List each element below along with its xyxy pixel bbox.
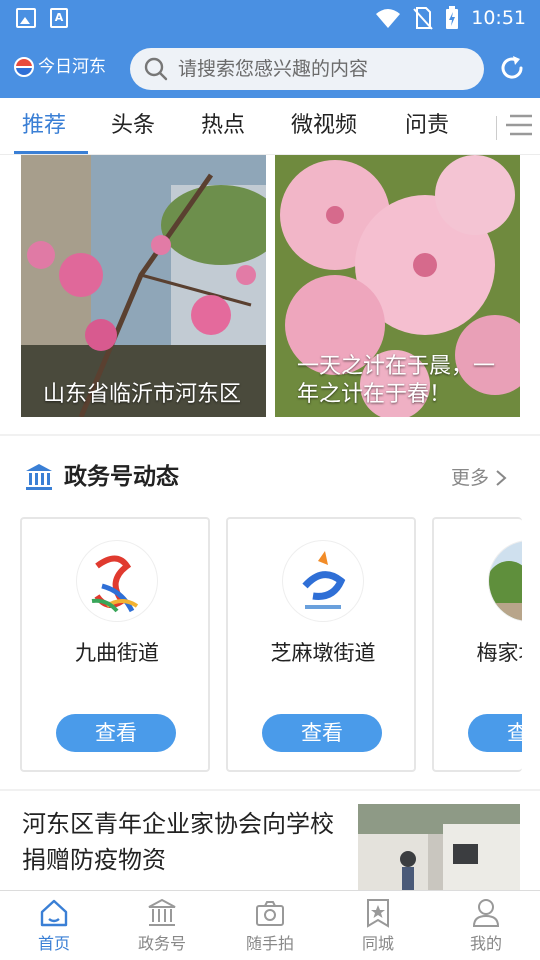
search-bar[interactable] (130, 48, 484, 90)
home-icon (40, 899, 68, 927)
nav-government[interactable]: 政务号 (108, 897, 216, 955)
status-bar: A 10:51 (0, 0, 540, 36)
tab-hot[interactable]: 热点 (201, 112, 245, 140)
zhimadun-logo (283, 541, 363, 621)
section-divider (0, 789, 540, 791)
section-title: 政务号动态 (64, 464, 179, 490)
more-label: 更多 (451, 467, 490, 489)
section-divider (0, 434, 540, 436)
blossom-photo-1 (21, 155, 266, 417)
more-link[interactable]: 更多 (451, 465, 507, 491)
gov-card-name: 九曲街道 (75, 641, 159, 665)
gov-card-zhimadun[interactable]: 芝麻墩街道 查看 (226, 517, 416, 772)
no-sim-icon (413, 7, 433, 30)
battery-charging-icon (446, 6, 459, 29)
gov-card-jiuqu[interactable]: 九曲街道 查看 (20, 517, 210, 772)
news-item-thumbnail[interactable] (358, 804, 520, 890)
tab-accountability[interactable]: 问责 (405, 112, 449, 140)
app-name: 今日河东 (38, 57, 106, 77)
view-button[interactable]: 查看 (56, 714, 176, 752)
nav-home[interactable]: 首页 (0, 897, 108, 955)
government-icon (148, 898, 176, 926)
a-notification-icon: A (50, 8, 68, 28)
gov-card-name: 芝麻墩街道 (270, 641, 376, 665)
nav-label: 政务号 (137, 934, 186, 953)
photo-caption-2: 一天之计在于晨，一年之计在于春！ (297, 354, 496, 407)
view-button[interactable]: 查看 (262, 714, 382, 752)
wifi-icon (376, 9, 401, 28)
nav-label: 随手拍 (245, 934, 294, 953)
nav-local[interactable]: 同城 (324, 897, 432, 955)
photo-card-2[interactable]: 一天之计在于晨，一年之计在于春！ (275, 155, 520, 417)
bottom-nav: 首页 政务号 随手拍 同城 我的 (0, 890, 540, 960)
search-icon (144, 57, 168, 81)
search-input[interactable] (178, 58, 468, 80)
app-logo[interactable]: 今日河东 (14, 56, 106, 78)
camera-icon (256, 901, 284, 926)
refresh-icon[interactable] (498, 54, 526, 82)
channel-menu-icon[interactable] (504, 112, 534, 138)
tab-headlines[interactable]: 头条 (111, 112, 155, 140)
news-item-title[interactable]: 河东区青年企业家协会向学校捐赠防疫物资 (22, 806, 342, 878)
logo-icon (14, 57, 34, 77)
nav-mine[interactable]: 我的 (432, 897, 540, 955)
photo-caption-1: 山东省临沂市河东区 (43, 382, 242, 407)
nav-label: 同城 (361, 934, 394, 953)
image-icon (16, 8, 36, 28)
tab-divider (496, 116, 497, 140)
meijiabu-photo (489, 541, 522, 621)
active-tab-indicator (14, 151, 88, 154)
view-button[interactable]: 查看 (468, 714, 522, 752)
nav-label: 我的 (469, 934, 502, 953)
nav-label: 首页 (37, 934, 70, 953)
nav-snapshot[interactable]: 随手拍 (216, 897, 324, 955)
government-building-icon (26, 464, 52, 490)
tab-micro-video[interactable]: 微视频 (291, 112, 357, 140)
gov-card-name: 梅家埠街道 (476, 641, 523, 665)
app-header: 今日河东 (0, 36, 540, 98)
tab-bar: 推荐 头条 热点 微视频 问责 (0, 98, 540, 155)
gov-card-meijiabu[interactable]: 梅家埠街道 查看 (432, 517, 522, 772)
jiuqu-logo (77, 541, 157, 621)
photo-card-1[interactable]: 山东省临沂市河东区 (21, 155, 266, 417)
tab-recommend[interactable]: 推荐 (22, 112, 66, 140)
user-icon (472, 899, 500, 927)
status-time: 10:51 (471, 7, 526, 29)
star-bookmark-icon (367, 899, 389, 928)
chevron-right-icon (496, 470, 507, 486)
